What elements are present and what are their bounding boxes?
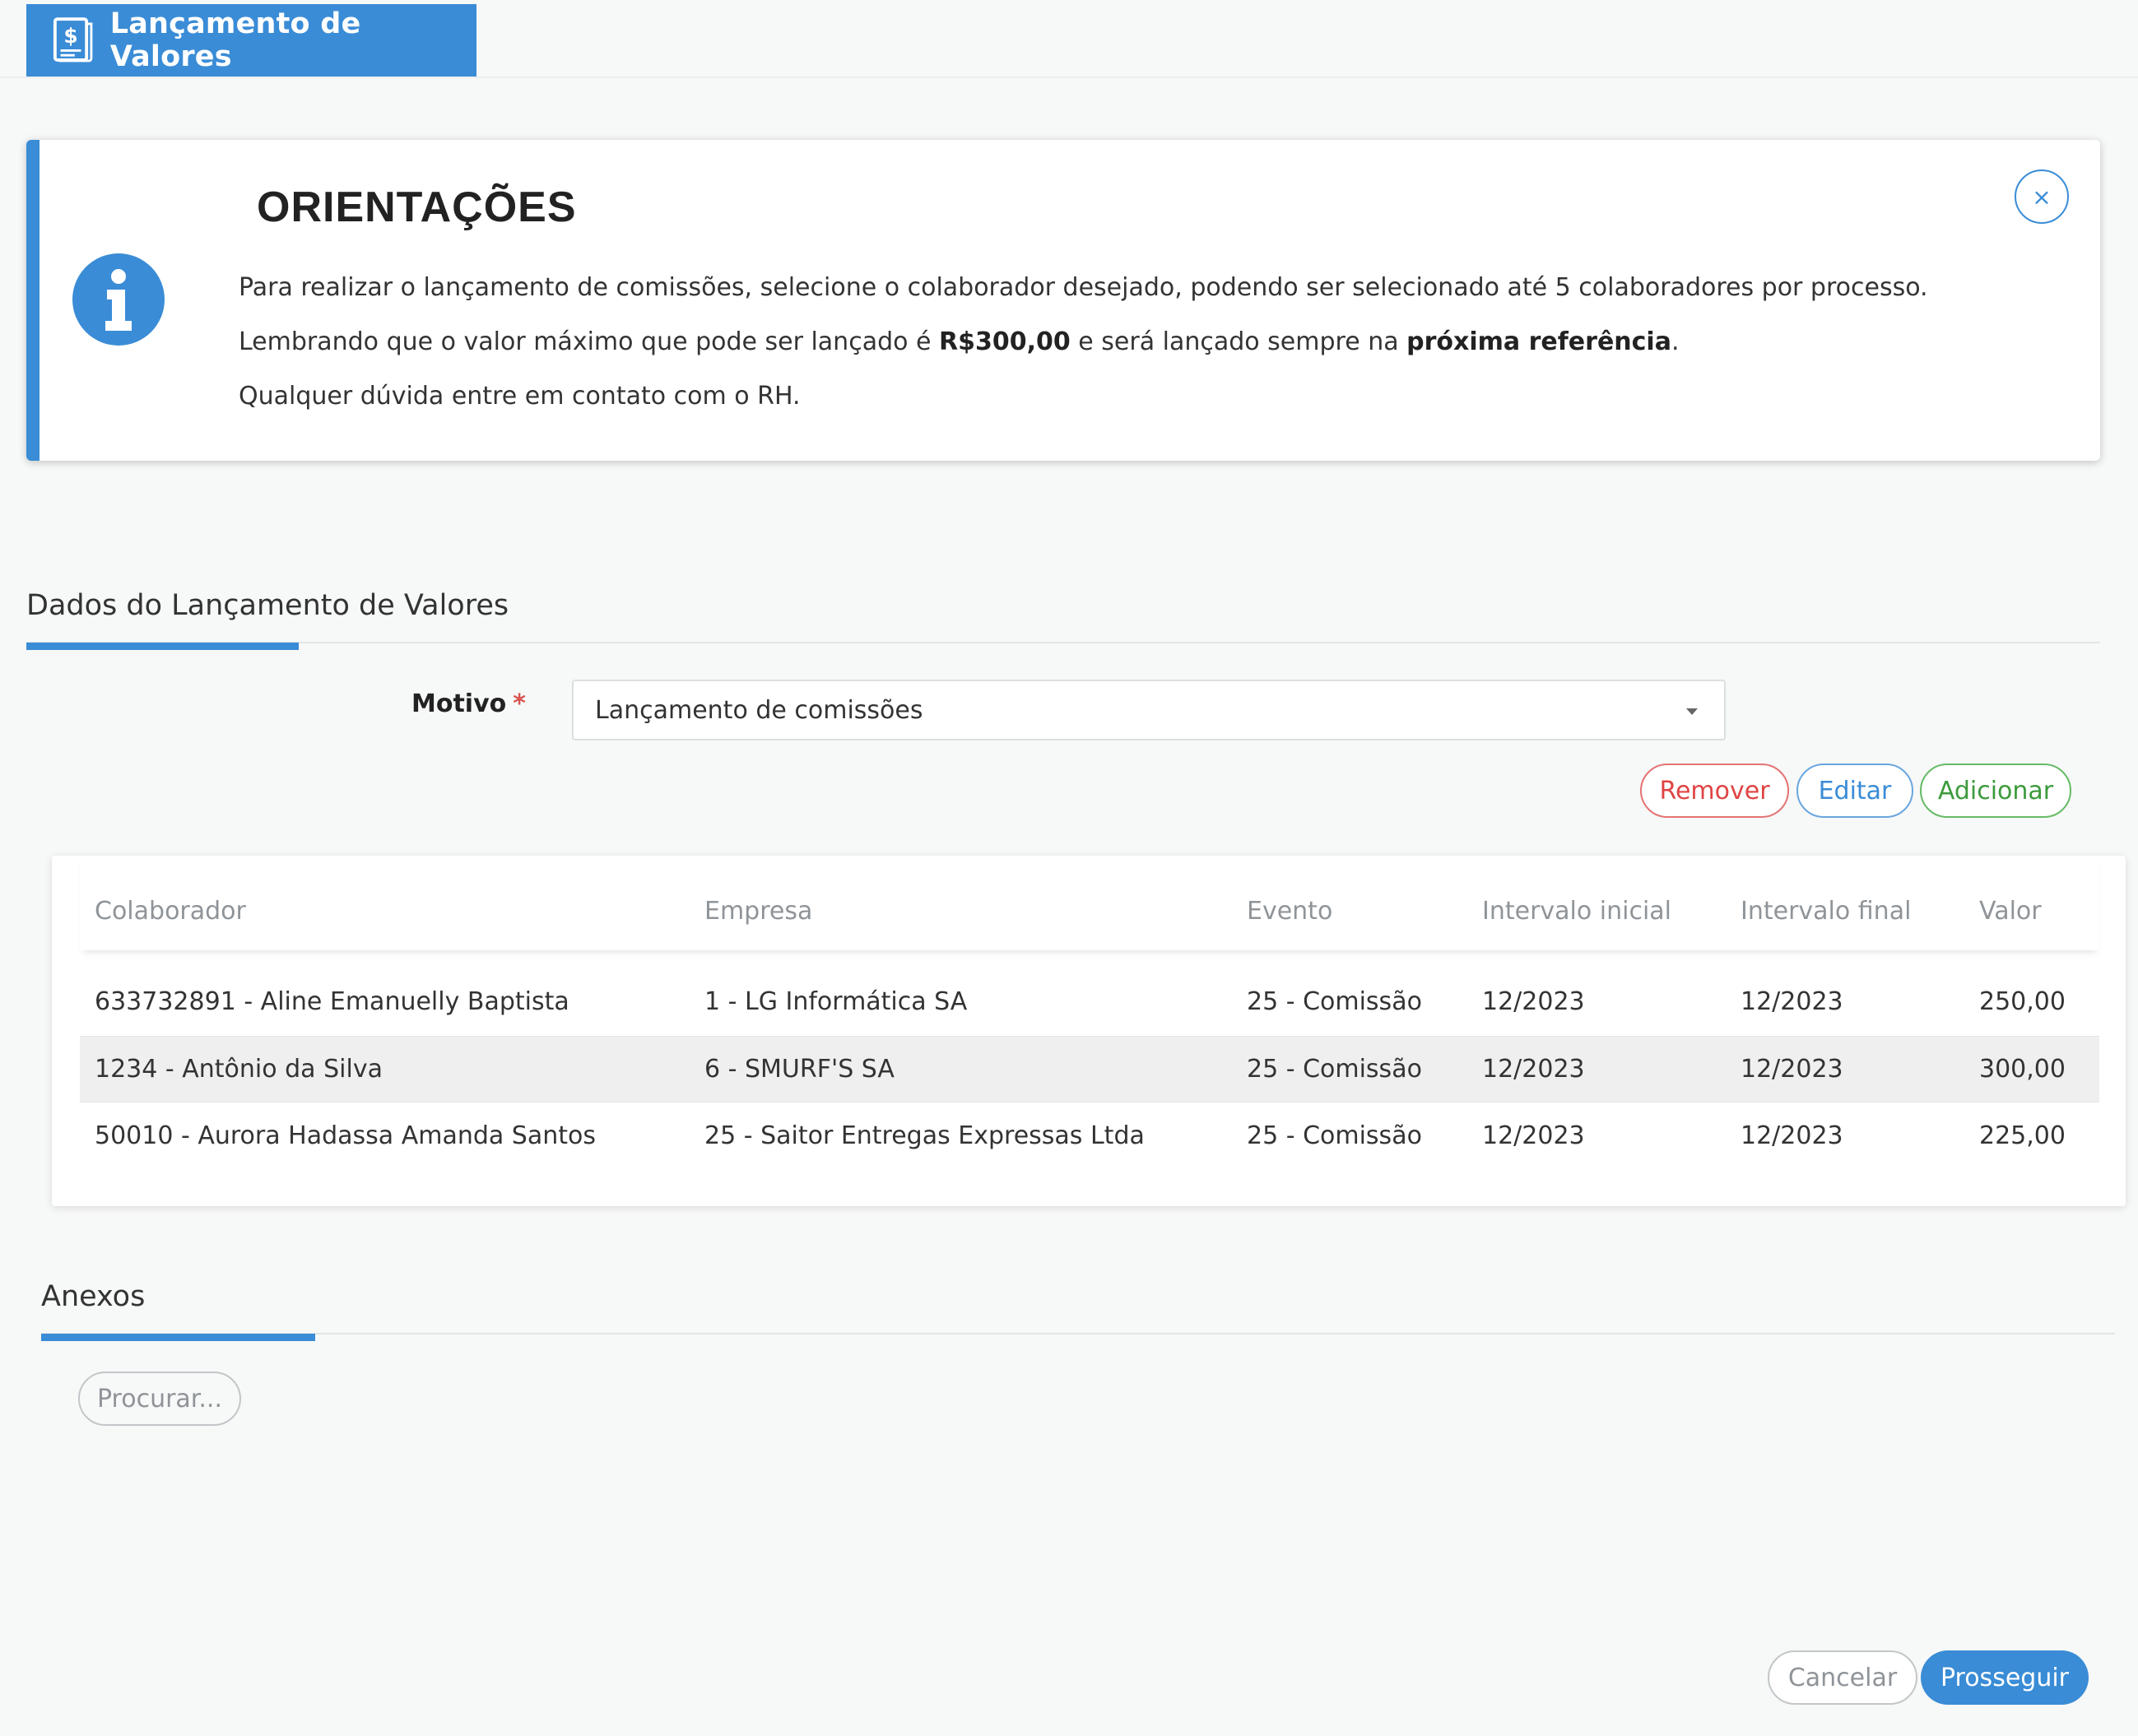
cell-intervalo-inicial: 12/2023 <box>1482 987 1585 1016</box>
column-header-intervalo-final[interactable]: Intervalo final <box>1741 897 1911 926</box>
column-header-intervalo-inicial[interactable]: Intervalo inicial <box>1482 897 1671 926</box>
cell-intervalo-final: 12/2023 <box>1741 1121 1843 1150</box>
cancel-button[interactable]: Cancelar <box>1768 1650 1917 1705</box>
column-header-colaborador[interactable]: Colaborador <box>95 897 246 926</box>
add-button[interactable]: Adicionar <box>1920 764 2071 818</box>
close-button[interactable]: × <box>2015 169 2069 224</box>
cell-empresa: 1 - LG Informática SA <box>704 987 968 1016</box>
guidelines-card: ORIENTAÇÕES Para realizar o lançamento d… <box>26 140 2100 461</box>
page: $ Lançamento de Valores ORIENTAÇÕES Para… <box>0 0 2138 1736</box>
cell-valor: 225,00 <box>1979 1121 2066 1150</box>
svg-text:$: $ <box>63 24 77 48</box>
required-marker: * <box>513 689 526 718</box>
cell-intervalo-inicial: 12/2023 <box>1482 1121 1585 1150</box>
next-reference: próxima referência <box>1406 327 1671 356</box>
cell-colaborador: 1234 - Antônio da Silva <box>95 1055 383 1084</box>
proceed-button[interactable]: Prosseguir <box>1921 1650 2089 1705</box>
cell-empresa: 6 - SMURF'S SA <box>704 1055 895 1084</box>
invoice-dollar-icon: $ <box>53 17 93 63</box>
column-header-valor[interactable]: Valor <box>1979 897 2042 926</box>
cell-intervalo-final: 12/2023 <box>1741 987 1843 1016</box>
motivo-label: Motivo * <box>411 689 526 718</box>
edit-button[interactable]: Editar <box>1796 764 1913 818</box>
cell-valor: 250,00 <box>1979 987 2066 1016</box>
guidelines-line-1: Para realizar o lançamento de comissões,… <box>239 273 1928 302</box>
table-row[interactable]: 1234 - Antônio da Silva 6 - SMURF'S SA 2… <box>80 1036 2099 1102</box>
section-title-anexos: Anexos <box>41 1280 146 1313</box>
table-row[interactable]: 633732891 - Aline Emanuelly Baptista 1 -… <box>80 969 2099 1036</box>
motivo-select[interactable]: Lançamento de comissões <box>572 680 1726 740</box>
info-icon <box>72 253 165 346</box>
page-title: Lançamento de Valores <box>109 7 361 73</box>
chevron-down-icon <box>1686 708 1698 715</box>
page-title-tab: $ Lançamento de Valores <box>26 4 476 77</box>
table-header: Colaborador Empresa Evento Intervalo ini… <box>80 856 2099 950</box>
close-icon: × <box>2032 183 2052 211</box>
motivo-label-text: Motivo <box>411 689 507 718</box>
cell-evento: 25 - Comissão <box>1247 987 1422 1016</box>
max-value: R$300,00 <box>939 327 1071 356</box>
section-underline-dados <box>26 643 299 650</box>
guidelines-line-2-prefix: Lembrando que o valor máximo que pode se… <box>239 327 940 356</box>
guidelines-line-2-middle: e será lançado sempre na <box>1070 327 1407 356</box>
guidelines-line-2-suffix: . <box>1671 327 1680 356</box>
cell-intervalo-inicial: 12/2023 <box>1482 1055 1585 1084</box>
guidelines-title: ORIENTAÇÕES <box>257 183 577 231</box>
browse-button[interactable]: Procurar... <box>78 1372 241 1426</box>
remove-button[interactable]: Remover <box>1640 764 1789 818</box>
cell-empresa: 25 - Saitor Entregas Expressas Ltda <box>704 1121 1145 1150</box>
guidelines-line-2: Lembrando que o valor máximo que pode se… <box>239 327 1680 356</box>
table-row[interactable]: 50010 - Aurora Hadassa Amanda Santos 25 … <box>80 1103 2099 1170</box>
column-header-evento[interactable]: Evento <box>1247 897 1332 926</box>
motivo-selected-value: Lançamento de comissões <box>595 695 923 725</box>
cell-valor: 300,00 <box>1979 1055 2066 1084</box>
section-divider-anexos <box>41 1333 2115 1334</box>
section-divider-dados <box>26 642 2100 643</box>
cell-evento: 25 - Comissão <box>1247 1121 1422 1150</box>
header-divider <box>0 77 2138 78</box>
section-title-dados: Dados do Lançamento de Valores <box>26 589 509 622</box>
cell-colaborador: 50010 - Aurora Hadassa Amanda Santos <box>95 1121 596 1150</box>
cell-evento: 25 - Comissão <box>1247 1055 1422 1084</box>
employees-table: Colaborador Empresa Evento Intervalo ini… <box>52 856 2126 1206</box>
section-underline-anexos <box>41 1334 315 1341</box>
cell-intervalo-final: 12/2023 <box>1741 1055 1843 1084</box>
column-header-empresa[interactable]: Empresa <box>704 897 812 926</box>
guidelines-line-3: Qualquer dúvida entre em contato com o R… <box>239 382 801 411</box>
cell-colaborador: 633732891 - Aline Emanuelly Baptista <box>95 987 569 1016</box>
